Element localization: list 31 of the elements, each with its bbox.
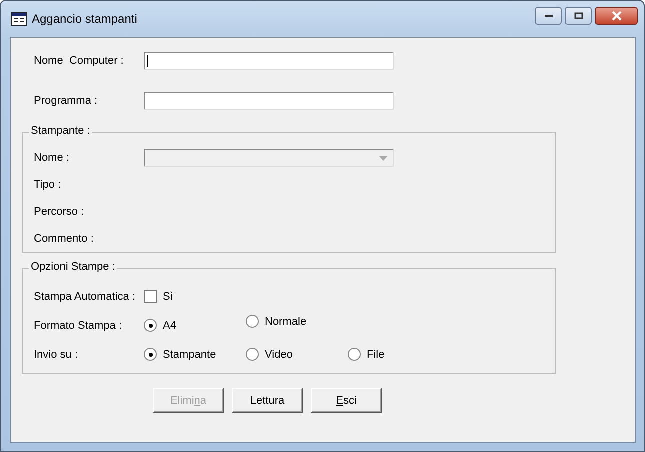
radio-button[interactable]: File [348, 348, 450, 361]
maximize-button[interactable] [565, 7, 592, 25]
dialog-button[interactable]: Esci [311, 388, 382, 413]
radio-button[interactable]: A4 [144, 319, 246, 332]
group-title: Stampante : [29, 125, 92, 137]
text-field[interactable] [144, 92, 394, 110]
radio-button[interactable]: Video [246, 348, 348, 361]
radio-button[interactable]: Normale [246, 315, 348, 328]
field-label: Tipo : [34, 178, 62, 190]
dropdown-arrow-icon [379, 156, 388, 160]
field-label: Formato Stampa : [34, 320, 124, 332]
field-label: Programma : [34, 95, 99, 107]
checkbox-label: Sì [163, 290, 174, 302]
field-label: Stampa Automatica : [34, 290, 136, 302]
field-label: Invio su : [34, 348, 80, 360]
group-title: Opzioni Stampe : [29, 261, 118, 273]
close-icon [610, 11, 622, 21]
minimize-button[interactable] [535, 7, 562, 25]
field-label: Nome Computer : [34, 55, 125, 67]
field-label: Nome : [34, 152, 70, 164]
checkbox[interactable]: Sì [144, 290, 246, 303]
radio-button[interactable]: Stampante [144, 348, 246, 361]
text-field[interactable] [144, 52, 394, 70]
maximize-icon [574, 12, 584, 20]
field-label: Percorso : [34, 206, 86, 218]
form-icon [11, 12, 27, 26]
field-label: Commento : [34, 232, 95, 244]
minimize-icon [544, 14, 554, 18]
dialog-button[interactable]: Lettura [232, 388, 303, 413]
close-button[interactable] [595, 7, 638, 25]
window-title: Aggancio stampanti [32, 12, 138, 26]
